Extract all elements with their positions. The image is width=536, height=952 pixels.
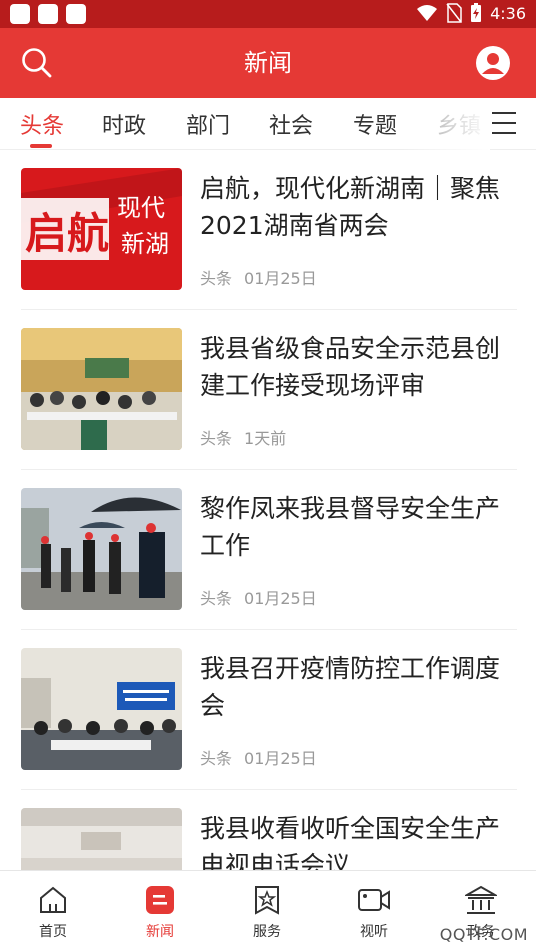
news-title[interactable]: 我县省级食品安全示范县创建工作接受现场评审 (200, 330, 510, 404)
news-title[interactable]: 我县收看收听全国安全生产电视电话会议 (200, 810, 510, 870)
news-thumbnail (21, 328, 182, 450)
news-date: 01月25日 (244, 269, 317, 288)
tab-departments[interactable]: 部门 (186, 108, 230, 140)
news-thumbnail: 启航 现代 新湖 (21, 168, 182, 290)
system-icons: 4:36 (416, 3, 526, 23)
nav-label: 服务 (253, 924, 281, 940)
watermark: QQTF.COM (439, 925, 528, 944)
app-header: 新闻 (0, 28, 536, 98)
tab-topics[interactable]: 专题 (353, 108, 397, 140)
bottom-navigation: 首页 新闻 服务 视听 政务 QQTF.COM (0, 870, 536, 952)
news-title[interactable]: 我县召开疫情防控工作调度会 (200, 650, 510, 724)
notification-icons (10, 4, 86, 24)
news-meta: 头条 1天前 (200, 425, 286, 449)
profile-button[interactable] (474, 44, 512, 82)
news-meta: 头条 01月25日 (200, 745, 317, 769)
page-title: 新闻 (244, 49, 292, 77)
active-tab-indicator (30, 144, 52, 148)
news-category: 头条 (200, 589, 233, 608)
nav-label: 视听 (360, 924, 388, 940)
video-icon (358, 889, 390, 911)
user-avatar-icon (476, 46, 510, 80)
tab-towns[interactable]: 乡镇 (437, 108, 481, 140)
news-item[interactable]: 黎作凤来我县督导安全生产工作 头条 01月25日 (21, 470, 517, 630)
government-icon (465, 885, 497, 914)
news-category: 头条 (200, 269, 233, 288)
notification-icon (10, 4, 30, 24)
tab-politics[interactable]: 时政 (102, 108, 146, 140)
news-item[interactable]: 我县收看收听全国安全生产电视电话会议 头条 (21, 790, 517, 870)
no-sim-icon (446, 3, 462, 23)
nav-video[interactable]: 视听 (329, 885, 419, 941)
news-thumbnail (21, 488, 182, 610)
news-feed: 启航 现代 新湖 启航，现代化新湖南｜聚焦2021湖南省两会 头条 01月25日 … (0, 150, 536, 870)
svg-text:启航: 启航 (25, 209, 109, 258)
home-icon (40, 886, 66, 913)
nav-label: 首页 (39, 924, 67, 940)
nav-label: 新闻 (146, 924, 174, 940)
news-date: 01月25日 (244, 749, 317, 768)
wifi-icon (417, 5, 438, 21)
news-category: 头条 (200, 429, 233, 448)
tab-society[interactable]: 社会 (269, 108, 313, 140)
notification-icon (38, 4, 58, 24)
news-date: 01月25日 (244, 589, 317, 608)
news-thumbnail (21, 808, 182, 870)
news-item[interactable]: 启航 现代 新湖 启航，现代化新湖南｜聚焦2021湖南省两会 头条 01月25日 (21, 150, 517, 310)
status-bar: 4:36 (0, 0, 536, 28)
nav-news[interactable]: 新闻 (115, 885, 205, 941)
svg-text:新湖: 新湖 (121, 230, 169, 258)
news-icon (146, 886, 174, 914)
tabs-menu-button[interactable] (492, 112, 516, 134)
nav-home[interactable]: 首页 (8, 885, 98, 941)
news-meta: 头条 01月25日 (200, 265, 317, 289)
battery-charging-icon (471, 3, 482, 22)
nav-service[interactable]: 服务 (222, 885, 312, 941)
news-category: 头条 (200, 749, 233, 768)
news-title[interactable]: 启航，现代化新湖南｜聚焦2021湖南省两会 (200, 170, 510, 244)
notification-icon (66, 4, 86, 24)
news-date: 1天前 (244, 429, 287, 448)
service-icon (255, 886, 279, 915)
news-meta: 头条 01月25日 (200, 585, 317, 609)
tab-headlines[interactable]: 头条 (20, 108, 64, 140)
clock: 4:36 (490, 3, 526, 23)
news-thumbnail (21, 648, 182, 770)
news-title[interactable]: 黎作凤来我县督导安全生产工作 (200, 490, 510, 564)
news-item[interactable]: 我县省级食品安全示范县创建工作接受现场评审 头条 1天前 (21, 310, 517, 470)
category-tabs: 头条 时政 部门 社会 专题 乡镇 (0, 98, 536, 150)
news-item[interactable]: 我县召开疫情防控工作调度会 头条 01月25日 (21, 630, 517, 790)
svg-text:现代: 现代 (117, 194, 165, 222)
